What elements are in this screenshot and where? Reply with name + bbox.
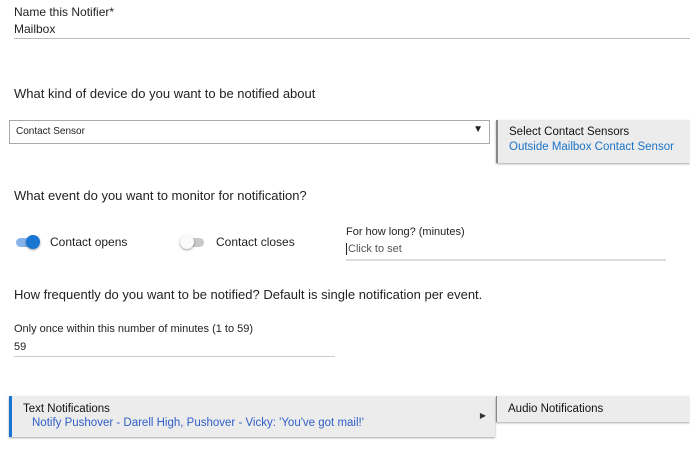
- contact-closes-toggle[interactable]: [180, 235, 206, 249]
- select-contact-sensors-button[interactable]: Select Contact Sensors Outside Mailbox C…: [496, 120, 690, 163]
- frequency-label: Only once within this number of minutes …: [14, 323, 254, 335]
- contact-opens-toggle[interactable]: [14, 235, 40, 249]
- frequency-underline: [14, 356, 335, 357]
- duration-underline: [346, 259, 666, 261]
- frequency-input[interactable]: 59: [14, 341, 26, 353]
- text-notifications-title: Text Notifications: [23, 403, 110, 415]
- contact-closes-label: Contact closes: [216, 235, 295, 249]
- duration-label: For how long? (minutes): [346, 226, 465, 238]
- audio-notifications-button[interactable]: Audio Notifications: [496, 396, 690, 422]
- expand-arrow-icon: ▶: [479, 411, 486, 420]
- event-question: What event do you want to monitor for no…: [14, 188, 307, 203]
- text-notifications-button[interactable]: Text Notifications Notify Pushover - Dar…: [9, 396, 495, 437]
- device-question: What kind of device do you want to be no…: [14, 86, 316, 101]
- text-notifications-value: Notify Pushover - Darell High, Pushover …: [32, 417, 364, 429]
- device-type-value: Contact Sensor: [16, 126, 85, 137]
- device-type-select[interactable]: Contact Sensor ▼: [9, 120, 490, 144]
- sensor-panel-value: Outside Mailbox Contact Sensor: [509, 141, 674, 153]
- name-label: Name this Notifier*: [14, 5, 115, 19]
- duration-input[interactable]: Click to set: [346, 243, 402, 255]
- audio-notifications-title: Audio Notifications: [508, 403, 604, 415]
- frequency-question: How frequently do you want to be notifie…: [14, 287, 483, 302]
- name-underline: [14, 38, 690, 39]
- dropdown-arrow-icon: ▼: [473, 124, 483, 135]
- sensor-panel-title: Select Contact Sensors: [509, 126, 630, 138]
- contact-opens-label: Contact opens: [50, 235, 128, 249]
- name-input[interactable]: Mailbox: [14, 22, 55, 36]
